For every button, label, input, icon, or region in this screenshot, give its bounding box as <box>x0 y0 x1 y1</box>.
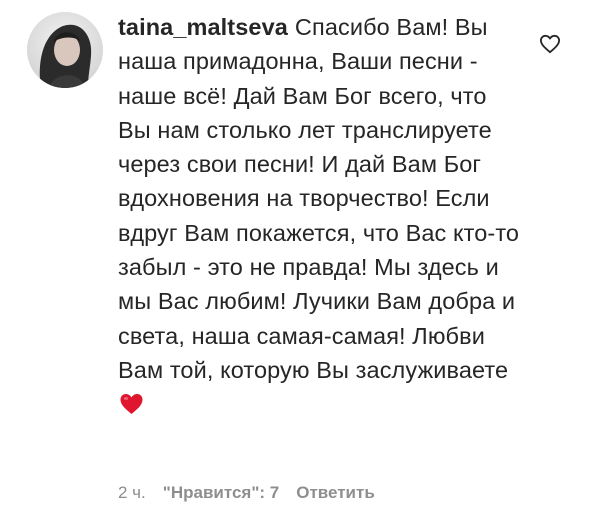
heart-outline-icon[interactable] <box>539 34 561 54</box>
reply-button[interactable]: Ответить <box>296 483 375 503</box>
comment: taina_maltseva Спасибо Вам! Вы наша прима… <box>0 0 600 529</box>
comment-body: taina_maltseva Спасибо Вам! Вы наша прима… <box>118 10 523 422</box>
likes-count[interactable]: "Нравится": 7 <box>163 483 279 503</box>
comment-meta: 2 ч. "Нравится": 7 Ответить <box>118 483 375 503</box>
comment-text: Спасибо Вам! Вы наша примадонна, Ваши пе… <box>118 14 520 383</box>
comment-time[interactable]: 2 ч. <box>118 483 146 503</box>
comment-text-block: taina_maltseva Спасибо Вам! Вы наша прима… <box>118 10 523 422</box>
username-link[interactable]: taina_maltseva <box>118 14 288 40</box>
avatar[interactable] <box>27 12 103 88</box>
avatar-photo <box>27 12 103 88</box>
red-heart-emoji-icon <box>120 394 143 415</box>
